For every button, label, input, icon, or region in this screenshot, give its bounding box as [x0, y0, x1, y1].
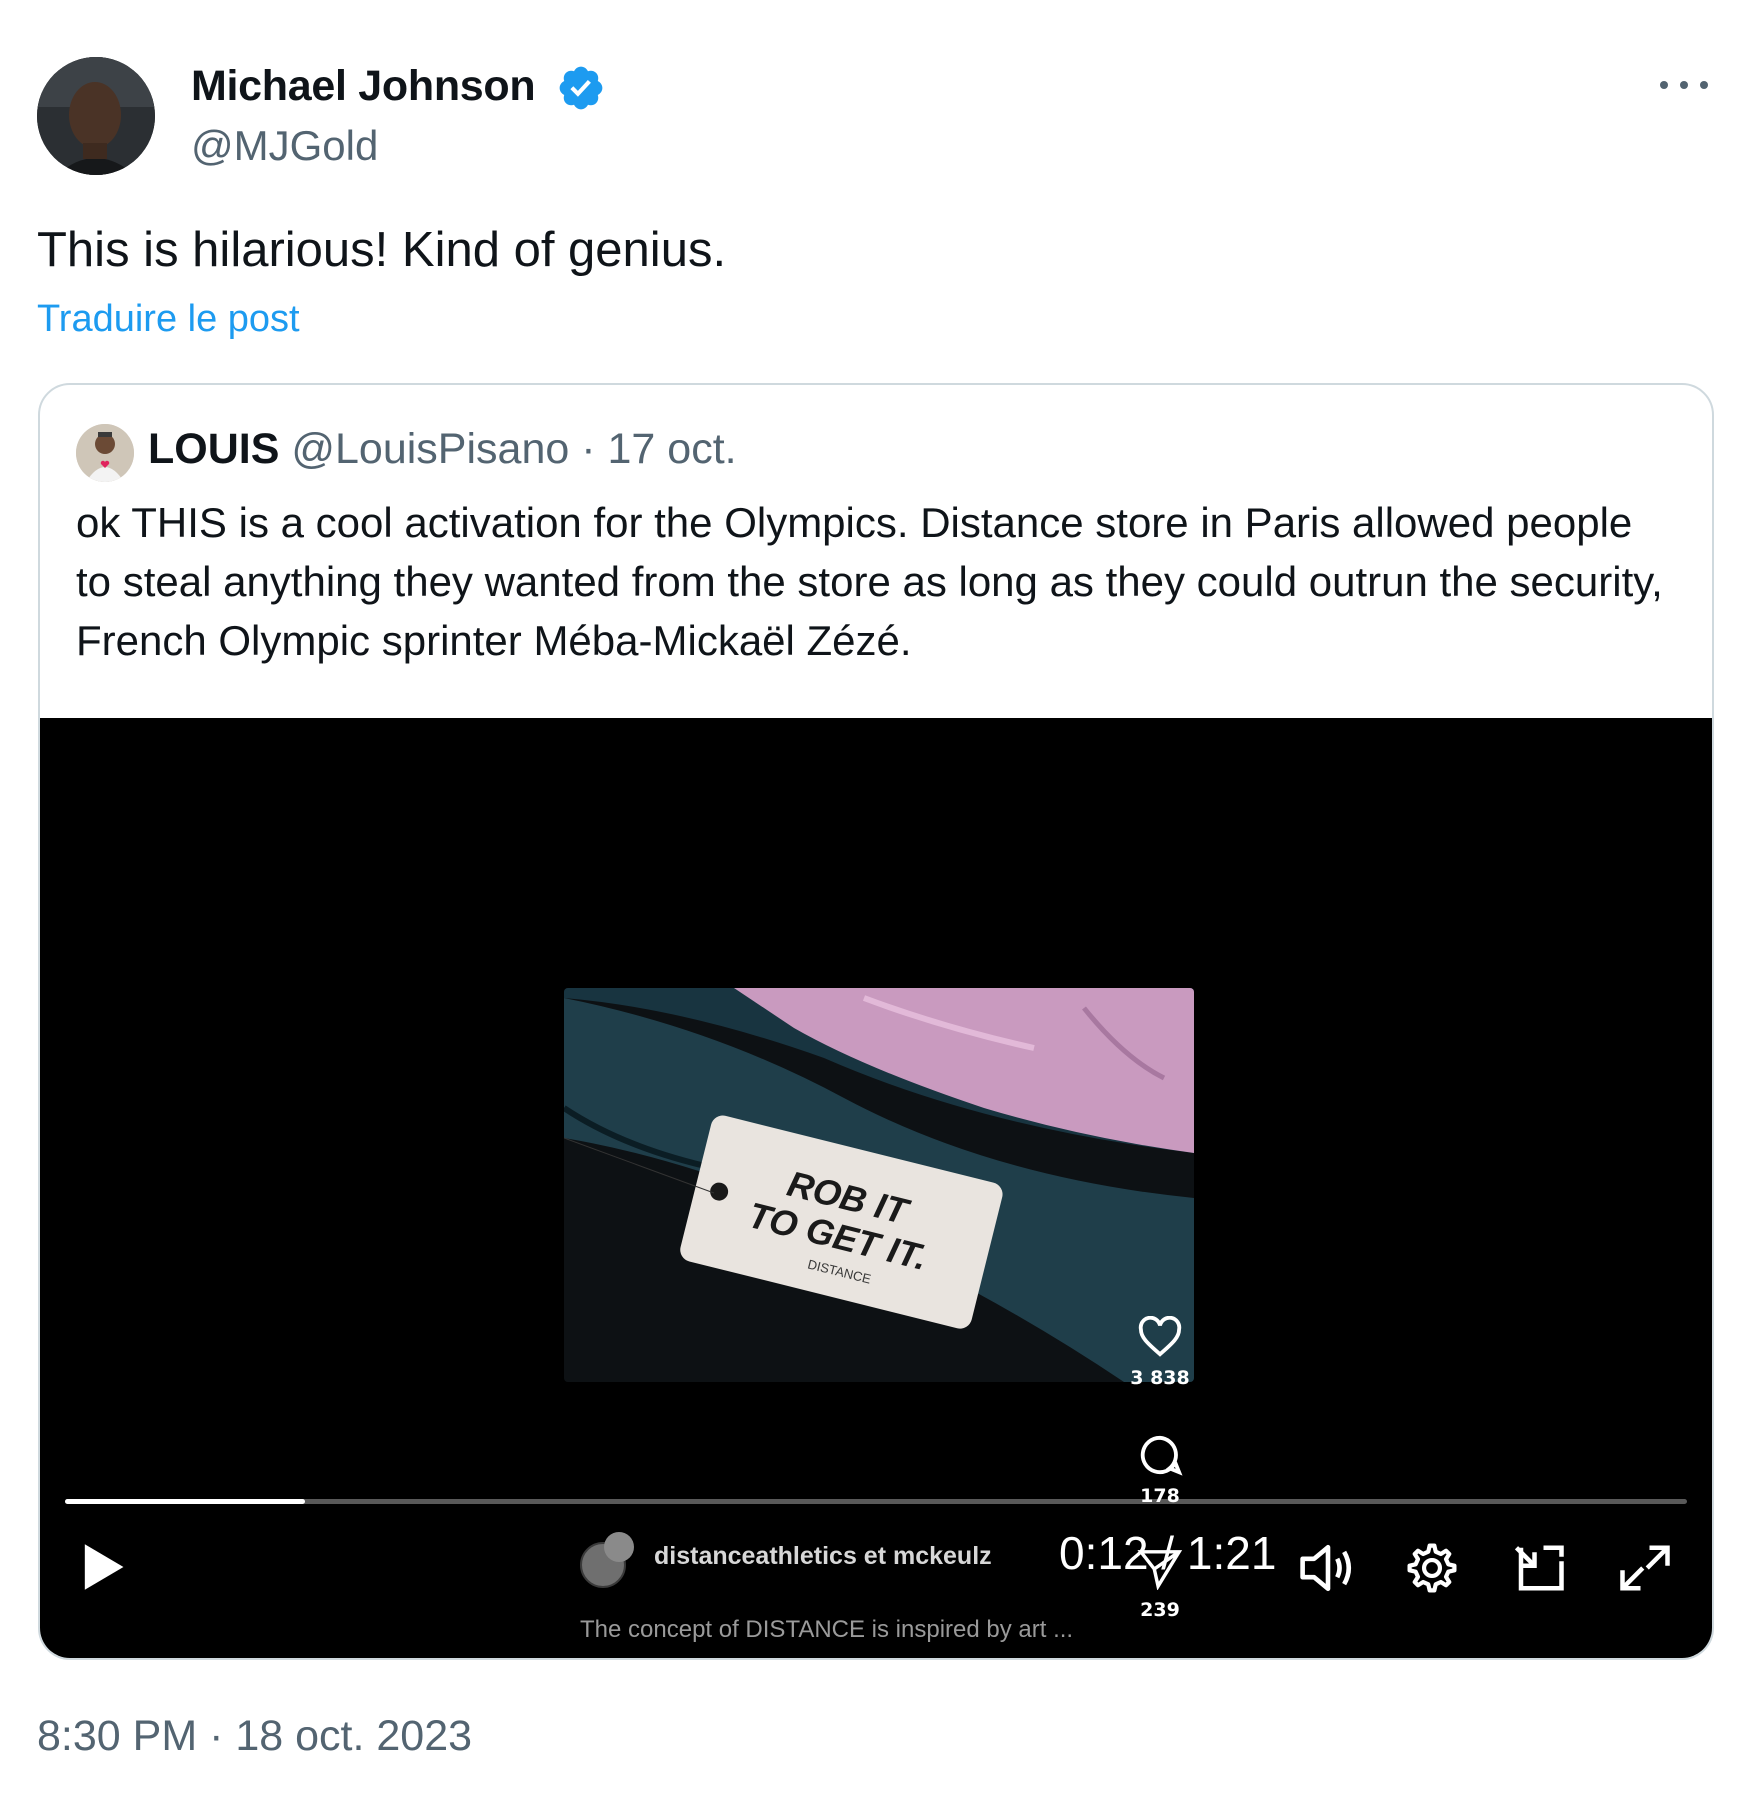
post: Michael Johnson @MJGold This is hilariou…	[0, 0, 1750, 1798]
comment-icon[interactable]	[1137, 1434, 1183, 1476]
video-progress-fill	[65, 1499, 306, 1504]
verified-badge-icon[interactable]	[556, 63, 606, 113]
author-avatar[interactable]	[37, 57, 155, 175]
like-count: 3 838	[1130, 1367, 1190, 1389]
author-handle[interactable]: @MJGold	[191, 122, 378, 170]
post-text: This is hilarious! Kind of genius.	[37, 223, 727, 277]
video-overlay-user: distanceathletics et mckeulz	[580, 1532, 1060, 1592]
overlay-avatar-secondary	[604, 1532, 634, 1562]
picture-in-picture-icon[interactable]	[1512, 1542, 1566, 1594]
quoted-author-name[interactable]: LOUIS	[148, 425, 279, 473]
like-action[interactable]: 3 838	[1128, 1315, 1192, 1389]
video-frame: ROB IT TO GET IT. DISTANCE	[564, 988, 1194, 1382]
video-player[interactable]: ROB IT TO GET IT. DISTANCE 3 838 178 239…	[40, 718, 1712, 1658]
overlay-caption: The concept of DISTANCE is inspired by a…	[580, 1616, 1074, 1643]
heart-icon[interactable]	[1137, 1315, 1183, 1358]
video-progress-bar[interactable]	[65, 1499, 1687, 1504]
volume-icon[interactable]	[1298, 1542, 1358, 1594]
video-time: 0:12 / 1:21	[1059, 1527, 1277, 1579]
quoted-author-meta[interactable]: @LouisPisano · 17 oct.	[291, 425, 736, 473]
comment-action[interactable]: 178	[1128, 1434, 1192, 1507]
quoted-author-avatar[interactable]	[76, 424, 134, 482]
settings-icon[interactable]	[1404, 1540, 1460, 1596]
quoted-header: LOUIS @LouisPisano · 17 oct.	[148, 425, 737, 474]
post-timestamp[interactable]: 8:30 PM · 18 oct. 2023	[37, 1712, 472, 1761]
more-options-icon[interactable]	[1660, 70, 1708, 100]
quoted-text: ok THIS is a cool activation for the Oly…	[76, 499, 1663, 664]
send-count: 239	[1140, 1599, 1180, 1621]
translate-post-link[interactable]: Traduire le post	[37, 298, 300, 341]
overlay-username: distanceathletics et mckeulz	[654, 1542, 992, 1570]
fullscreen-icon[interactable]	[1618, 1542, 1672, 1594]
quoted-post[interactable]: LOUIS @LouisPisano · 17 oct. ok THIS is …	[38, 383, 1714, 1660]
play-icon[interactable]	[80, 1542, 126, 1592]
author-name[interactable]: Michael Johnson	[191, 62, 536, 111]
